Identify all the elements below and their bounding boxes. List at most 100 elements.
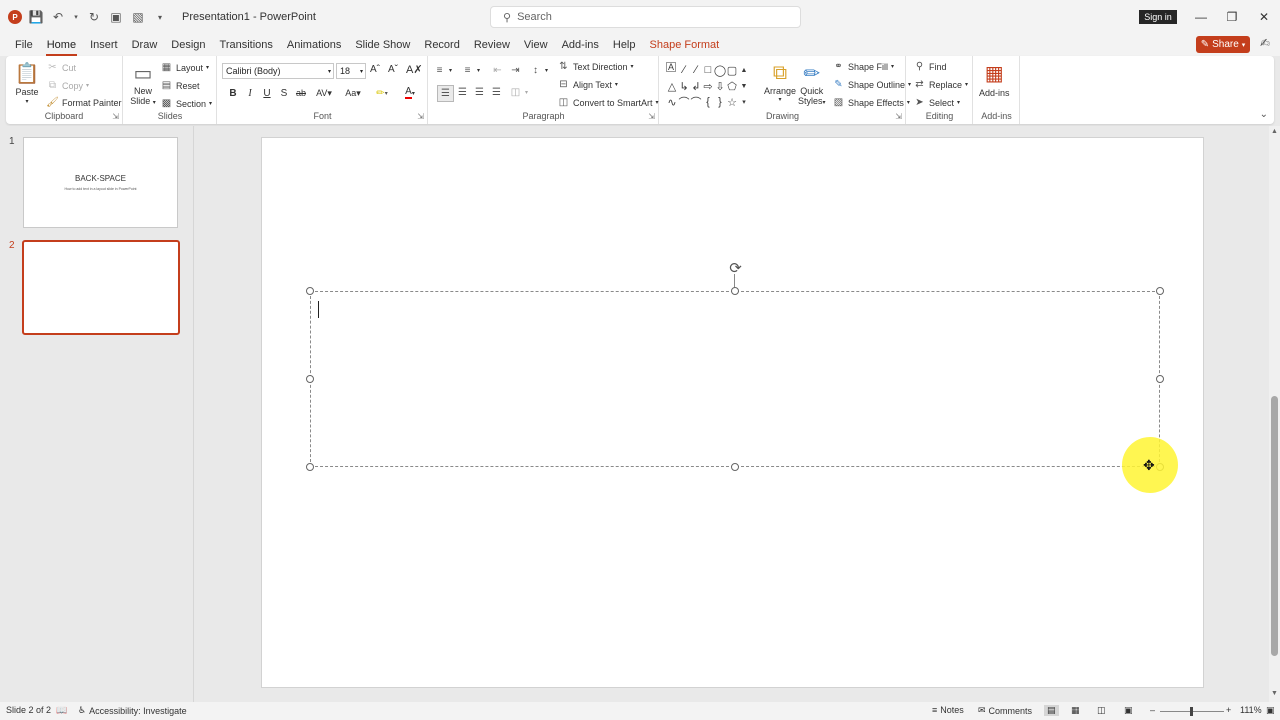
tab-home[interactable]: Home <box>40 34 83 56</box>
replace-button[interactable]: ⇄ Replace ▾ <box>913 78 968 91</box>
new-slide-button[interactable]: ▭ New Slide ▾ <box>130 60 156 107</box>
find-button[interactable]: ⚲ Find <box>913 60 947 73</box>
scroll-up-icon[interactable]: ▲ <box>1270 128 1279 138</box>
cut-button[interactable]: ✂ Cut <box>46 61 76 74</box>
align-text-button[interactable]: ⊟ Align Text ▾ <box>557 78 618 91</box>
increase-indent-button[interactable]: ⇥ <box>509 64 522 77</box>
connector-shape-icon[interactable]: ↳ <box>678 78 690 94</box>
change-case-button[interactable]: Aa▾ <box>342 85 364 101</box>
share-button[interactable]: ✎ Share ▾ <box>1196 36 1250 53</box>
dialog-launcher-icon[interactable]: ⇲ <box>112 112 119 121</box>
undo-icon[interactable]: ↶ <box>50 9 66 25</box>
numbering-button[interactable]: ≡ ▾ <box>461 64 480 77</box>
textbox-shape-icon[interactable]: A <box>666 62 676 72</box>
comments-button[interactable]: ✉ Comments <box>978 705 1032 716</box>
dialog-launcher-icon[interactable]: ⇲ <box>895 112 902 121</box>
vertical-scrollbar[interactable]: ▲ ▼ <box>1269 126 1280 702</box>
shape-fill-button[interactable]: ⚭ Shape Fill ▾ <box>832 60 894 73</box>
resize-handle-top-left[interactable] <box>306 287 314 295</box>
section-button[interactable]: ▩ Section ▾ <box>160 97 212 110</box>
minimize-icon[interactable]: — <box>1191 8 1211 26</box>
tab-insert[interactable]: Insert <box>83 34 125 56</box>
highlight-color-button[interactable]: ✏ ▾ <box>372 85 392 101</box>
brace-shape-icon[interactable]: { <box>702 94 714 110</box>
arc-shape-icon[interactable]: ⌒ <box>690 94 702 110</box>
line-shape-icon[interactable]: ∕ <box>678 62 690 78</box>
resize-handle-left[interactable] <box>306 375 314 383</box>
text-box[interactable] <box>310 291 1160 467</box>
comments-icon[interactable]: ✍ <box>1257 36 1273 52</box>
character-spacing-button[interactable]: AV▾ <box>313 85 335 101</box>
slideshow-icon[interactable]: ▧ <box>130 9 146 25</box>
font-color-button[interactable]: A ▾ <box>400 85 420 101</box>
text-direction-button[interactable]: ⇅ Text Direction ▾ <box>557 60 633 73</box>
tab-review[interactable]: Review <box>467 34 517 56</box>
bold-button[interactable]: B <box>226 85 240 101</box>
present-icon[interactable]: ▣ <box>108 9 124 25</box>
clear-formatting-button[interactable]: A✗ <box>406 63 423 76</box>
arrow-right-shape-icon[interactable]: ⇨ <box>702 78 714 94</box>
select-button[interactable]: ➤ Select ▾ <box>913 96 960 109</box>
tab-file[interactable]: File <box>8 34 40 56</box>
triangle-shape-icon[interactable]: △ <box>666 78 678 94</box>
tab-record[interactable]: Record <box>417 34 466 56</box>
dialog-launcher-icon[interactable]: ⇲ <box>417 112 424 121</box>
shapes-gallery[interactable]: A ∕ ∕ □ ◯ ▢ ▲ △ ↳ ↲ ⇨ ⇩ ⬠ ▼ ∿ ⌒ ⌒ { } ☆ … <box>666 62 750 110</box>
paste-button[interactable]: 📋 Paste ▾ <box>14 60 40 106</box>
normal-view-icon[interactable]: ▤ <box>1044 705 1059 716</box>
format-painter-button[interactable]: 🖌 Format Painter <box>46 96 121 109</box>
decrease-indent-button[interactable]: ⇤ <box>491 64 504 77</box>
reset-button[interactable]: ▤ Reset <box>160 79 200 92</box>
resize-handle-top[interactable] <box>731 287 739 295</box>
tab-shape-format[interactable]: Shape Format <box>643 34 727 56</box>
layout-button[interactable]: ▦ Layout ▾ <box>160 61 209 74</box>
zoom-level[interactable]: 111% <box>1240 705 1262 715</box>
increase-font-size-button[interactable]: Aˆ <box>370 64 380 75</box>
spelling-icon[interactable]: 📖 <box>56 705 67 716</box>
gallery-scroll-down-icon[interactable]: ▼ <box>738 78 750 94</box>
decrease-font-size-button[interactable]: Aˇ <box>388 64 398 75</box>
pentagon-shape-icon[interactable]: ⬠ <box>726 78 738 94</box>
tab-help[interactable]: Help <box>606 34 643 56</box>
copy-button[interactable]: ⧉ Copy ▾ <box>46 79 89 92</box>
tab-transitions[interactable]: Transitions <box>213 34 280 56</box>
brace-shape-icon[interactable]: } <box>714 94 726 110</box>
convert-smartart-button[interactable]: ◫ Convert to SmartArt ▾ <box>557 96 659 109</box>
curve-shape-icon[interactable]: ⌒ <box>678 94 690 110</box>
slide-counter[interactable]: Slide 2 of 2 <box>6 705 51 715</box>
slide-sorter-icon[interactable]: ▦ <box>1071 705 1080 716</box>
redo-icon[interactable]: ↻ <box>86 9 102 25</box>
freeform-shape-icon[interactable]: ∿ <box>666 94 678 110</box>
accessibility-button[interactable]: ♿ Accessibility: Investigate <box>78 705 187 716</box>
zoom-slider-thumb[interactable] <box>1190 707 1193 716</box>
align-right-button[interactable]: ☰ <box>473 86 486 99</box>
sign-in-button[interactable]: Sign in <box>1139 10 1177 24</box>
rotate-handle-icon[interactable]: ⟳ <box>727 259 744 277</box>
slide-thumbnail-2[interactable] <box>22 240 180 335</box>
tab-slide-show[interactable]: Slide Show <box>348 34 417 56</box>
font-name-select[interactable]: Calibri (Body) ▾ <box>222 63 334 79</box>
font-size-select[interactable]: 18 ▾ <box>336 63 366 79</box>
scroll-down-icon[interactable]: ▼ <box>1270 690 1279 700</box>
text-shadow-button[interactable]: S <box>277 85 291 101</box>
justify-button[interactable]: ☰ <box>490 86 503 99</box>
zoom-out-icon[interactable]: – <box>1150 705 1155 715</box>
shape-effects-button[interactable]: ▧ Shape Effects ▾ <box>832 96 910 109</box>
star-shape-icon[interactable]: ☆ <box>726 94 738 110</box>
arrow-down-shape-icon[interactable]: ⇩ <box>714 78 726 94</box>
italic-button[interactable]: I <box>243 85 257 101</box>
customize-qat-icon[interactable]: ▾ <box>152 9 168 25</box>
tab-draw[interactable]: Draw <box>125 34 165 56</box>
underline-button[interactable]: U <box>260 85 274 101</box>
tab-add-ins[interactable]: Add-ins <box>555 34 606 56</box>
arrange-button[interactable]: ⧉ Arrange ▾ <box>764 60 796 104</box>
collapse-ribbon-icon[interactable]: ⌄ <box>1260 109 1268 120</box>
oval-shape-icon[interactable]: ◯ <box>714 62 726 78</box>
dialog-launcher-icon[interactable]: ⇲ <box>648 112 655 121</box>
resize-handle-bottom-left[interactable] <box>306 463 314 471</box>
zoom-in-icon[interactable]: + <box>1226 705 1231 715</box>
align-center-button[interactable]: ☰ <box>456 86 469 99</box>
gallery-scroll-up-icon[interactable]: ▲ <box>738 62 750 78</box>
quick-styles-button[interactable]: ✏ Quick Styles▾ <box>798 60 826 107</box>
scrollbar-thumb[interactable] <box>1271 396 1278 656</box>
